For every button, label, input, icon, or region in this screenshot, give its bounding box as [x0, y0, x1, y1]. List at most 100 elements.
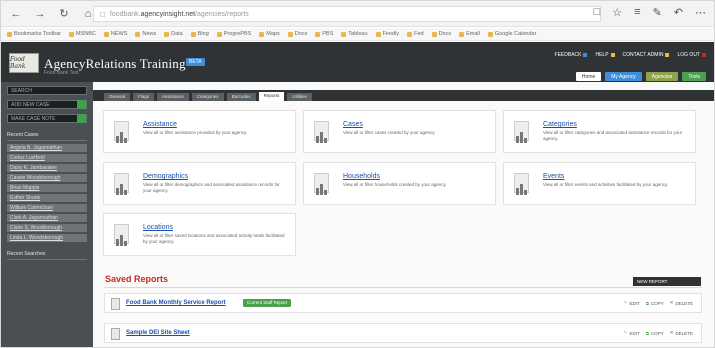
- bookmark-label: Data: [171, 31, 183, 37]
- bookmark-item[interactable]: Feedly: [375, 31, 399, 37]
- bookmark-item[interactable]: NEWS: [103, 31, 128, 37]
- bookmark-item[interactable]: Docs: [431, 31, 451, 37]
- help-link[interactable]: HELP: [595, 52, 615, 58]
- bookmark-item[interactable]: Fed: [407, 31, 424, 37]
- bookmark-item[interactable]: Data: [164, 31, 183, 37]
- notes-icon[interactable]: ✎: [653, 6, 662, 19]
- bookmark-label: Tableau: [348, 31, 368, 37]
- report-card-events[interactable]: Events View all or filter events and acti…: [503, 162, 696, 205]
- feedback-link[interactable]: FEEDBACK: [555, 52, 588, 58]
- more-icon[interactable]: ⋯: [695, 6, 706, 19]
- bookmark-item[interactable]: Maps: [259, 31, 280, 37]
- report-title-link[interactable]: Locations: [143, 224, 173, 231]
- tab-flags[interactable]: Flags: [133, 93, 155, 101]
- bookmarks-bar: Bookmarks Toolbar MSNBC NEWS News Data Bing Pr…: [1, 28, 714, 41]
- reading-view-icon[interactable]: □: [594, 6, 601, 19]
- refresh-icon[interactable]: ↻: [57, 7, 71, 21]
- page-icon: □: [100, 9, 105, 19]
- delete-button[interactable]: ✕ DELETE: [670, 330, 693, 336]
- tab-general[interactable]: General: [104, 93, 131, 101]
- copy-button[interactable]: ⧉ COPY: [646, 330, 664, 336]
- my-agency-button[interactable]: My Agency: [605, 72, 642, 81]
- tab-assistance[interactable]: Assistance: [157, 93, 189, 101]
- report-description: View all or filter demographics and asso…: [143, 182, 280, 193]
- action-label: EDIT: [629, 330, 640, 336]
- report-chart-icon: [112, 224, 134, 248]
- folder-icon: [103, 31, 109, 37]
- tab-reports[interactable]: Reports: [258, 92, 285, 101]
- report-title-link[interactable]: Cases: [343, 121, 363, 128]
- report-title-link[interactable]: Demographics: [143, 173, 188, 180]
- bookmark-item[interactable]: Bookmarks Toolbar: [7, 31, 61, 37]
- food-bank-logo[interactable]: Food Bank: [9, 53, 39, 73]
- report-title-link[interactable]: Events: [543, 173, 564, 180]
- new-report-button[interactable]: NEW REPORT: [633, 277, 701, 286]
- tab-barcodes[interactable]: Barcodes: [226, 93, 256, 101]
- copy-button[interactable]: ⧉ COPY: [646, 300, 664, 306]
- recent-case-link[interactable]: Clark A. Jagannathan: [7, 214, 87, 222]
- status-badge: Current Staff Report: [243, 299, 292, 307]
- delete-icon: ✕: [669, 330, 674, 335]
- recent-case-link[interactable]: Daisy K. Jambavalee: [7, 164, 87, 172]
- recent-case-link[interactable]: Linda L. Woodsborough: [7, 234, 87, 242]
- delete-button[interactable]: ✕ DELETE: [670, 300, 693, 306]
- document-icon: [111, 328, 120, 340]
- divider: [104, 287, 702, 288]
- report-card-cases[interactable]: Cases View all or filter cases created by…: [303, 110, 496, 153]
- browser-actions: □ ☆ ≡ ✎ ↶ ⋯: [594, 6, 706, 19]
- recent-case-link[interactable]: Brian Mapple: [7, 184, 87, 192]
- action-label: DELETE: [675, 300, 693, 306]
- bookmark-item[interactable]: PBS: [315, 31, 333, 37]
- saved-report-link[interactable]: Sample DEI Site Sheet: [126, 330, 190, 336]
- back-icon[interactable]: ←: [9, 7, 23, 21]
- report-title-link[interactable]: Households: [343, 173, 380, 180]
- saved-report-link[interactable]: Food Bank Monthly Service Report: [126, 300, 226, 306]
- log-out-link[interactable]: LOG OUT: [677, 52, 706, 58]
- bookmark-item[interactable]: Email: [459, 31, 480, 37]
- recent-case-link[interactable]: Cortez Lustfield: [7, 154, 87, 162]
- edit-button[interactable]: ✎ EDIT: [624, 330, 640, 336]
- make-case-note-button[interactable]: MAKE CASE NOTE: [7, 114, 87, 123]
- tab-categories[interactable]: Categories: [191, 93, 224, 101]
- report-card-categories[interactable]: Categories View all or filter categories …: [503, 110, 696, 153]
- tools-button[interactable]: Tools: [682, 72, 706, 81]
- folder-icon: [341, 31, 347, 37]
- tab-utilities[interactable]: Utilities: [287, 93, 312, 101]
- search-input[interactable]: SEARCH: [7, 86, 87, 95]
- report-card-demographics[interactable]: Demographics View all or filter demograph…: [103, 162, 296, 205]
- recent-case-link[interactable]: Claire S. Woodborough: [7, 224, 87, 232]
- help-icon: [610, 53, 615, 57]
- recent-case-link[interactable]: Cassie Woodsborough: [7, 174, 87, 182]
- report-card-locations[interactable]: Locations View all or filter saved locati…: [103, 213, 296, 256]
- bookmark-label: NEWS: [110, 31, 128, 37]
- bookmark-item[interactable]: News: [135, 31, 156, 37]
- folder-icon: [459, 31, 465, 37]
- home-button[interactable]: Home: [575, 72, 602, 81]
- bookmark-item[interactable]: Tableau: [341, 31, 368, 37]
- bookmark-item[interactable]: MSNBC: [68, 31, 96, 37]
- top-nav-buttons: Home My Agency Agencies Tools: [575, 72, 706, 81]
- bookmark-item[interactable]: ProgrePBS: [216, 31, 251, 37]
- bookmark-item[interactable]: Bing: [190, 31, 209, 37]
- forward-icon[interactable]: →: [33, 7, 47, 21]
- report-title-link[interactable]: Assistance: [143, 121, 177, 128]
- add-new-case-button[interactable]: ADD NEW CASE: [7, 100, 87, 109]
- recent-case-link[interactable]: Esther Shank: [7, 194, 87, 202]
- edit-button[interactable]: ✎ EDIT: [624, 300, 640, 306]
- report-title-link[interactable]: Categories: [543, 121, 577, 128]
- bookmark-item[interactable]: Google Calendar: [487, 31, 536, 37]
- report-card-assistance[interactable]: Assistance View all or filter assistance …: [103, 110, 296, 153]
- tab-bar: General Flags Assistance Categories Barcodes…: [93, 90, 714, 101]
- share-icon[interactable]: ↶: [674, 6, 683, 19]
- recent-case-link[interactable]: Angela B. Jagannathan: [7, 144, 87, 152]
- hub-icon[interactable]: ≡: [634, 6, 640, 19]
- contact-admin-link[interactable]: CONTACT ADMIN: [623, 52, 670, 58]
- report-card-households[interactable]: Households View all or filter households …: [303, 162, 496, 205]
- app-header: Food Bank AgencyRelations Training Food …: [1, 42, 714, 82]
- address-bar[interactable]: □ foodbank. agencyinsight.net/agencies/re…: [93, 6, 601, 22]
- agencies-button[interactable]: Agencies: [645, 72, 679, 81]
- folder-icon: [315, 31, 321, 37]
- bookmark-item[interactable]: Docs: [287, 31, 307, 37]
- favorite-star-icon[interactable]: ☆: [612, 6, 622, 19]
- recent-case-link[interactable]: William Carmichael: [7, 204, 87, 212]
